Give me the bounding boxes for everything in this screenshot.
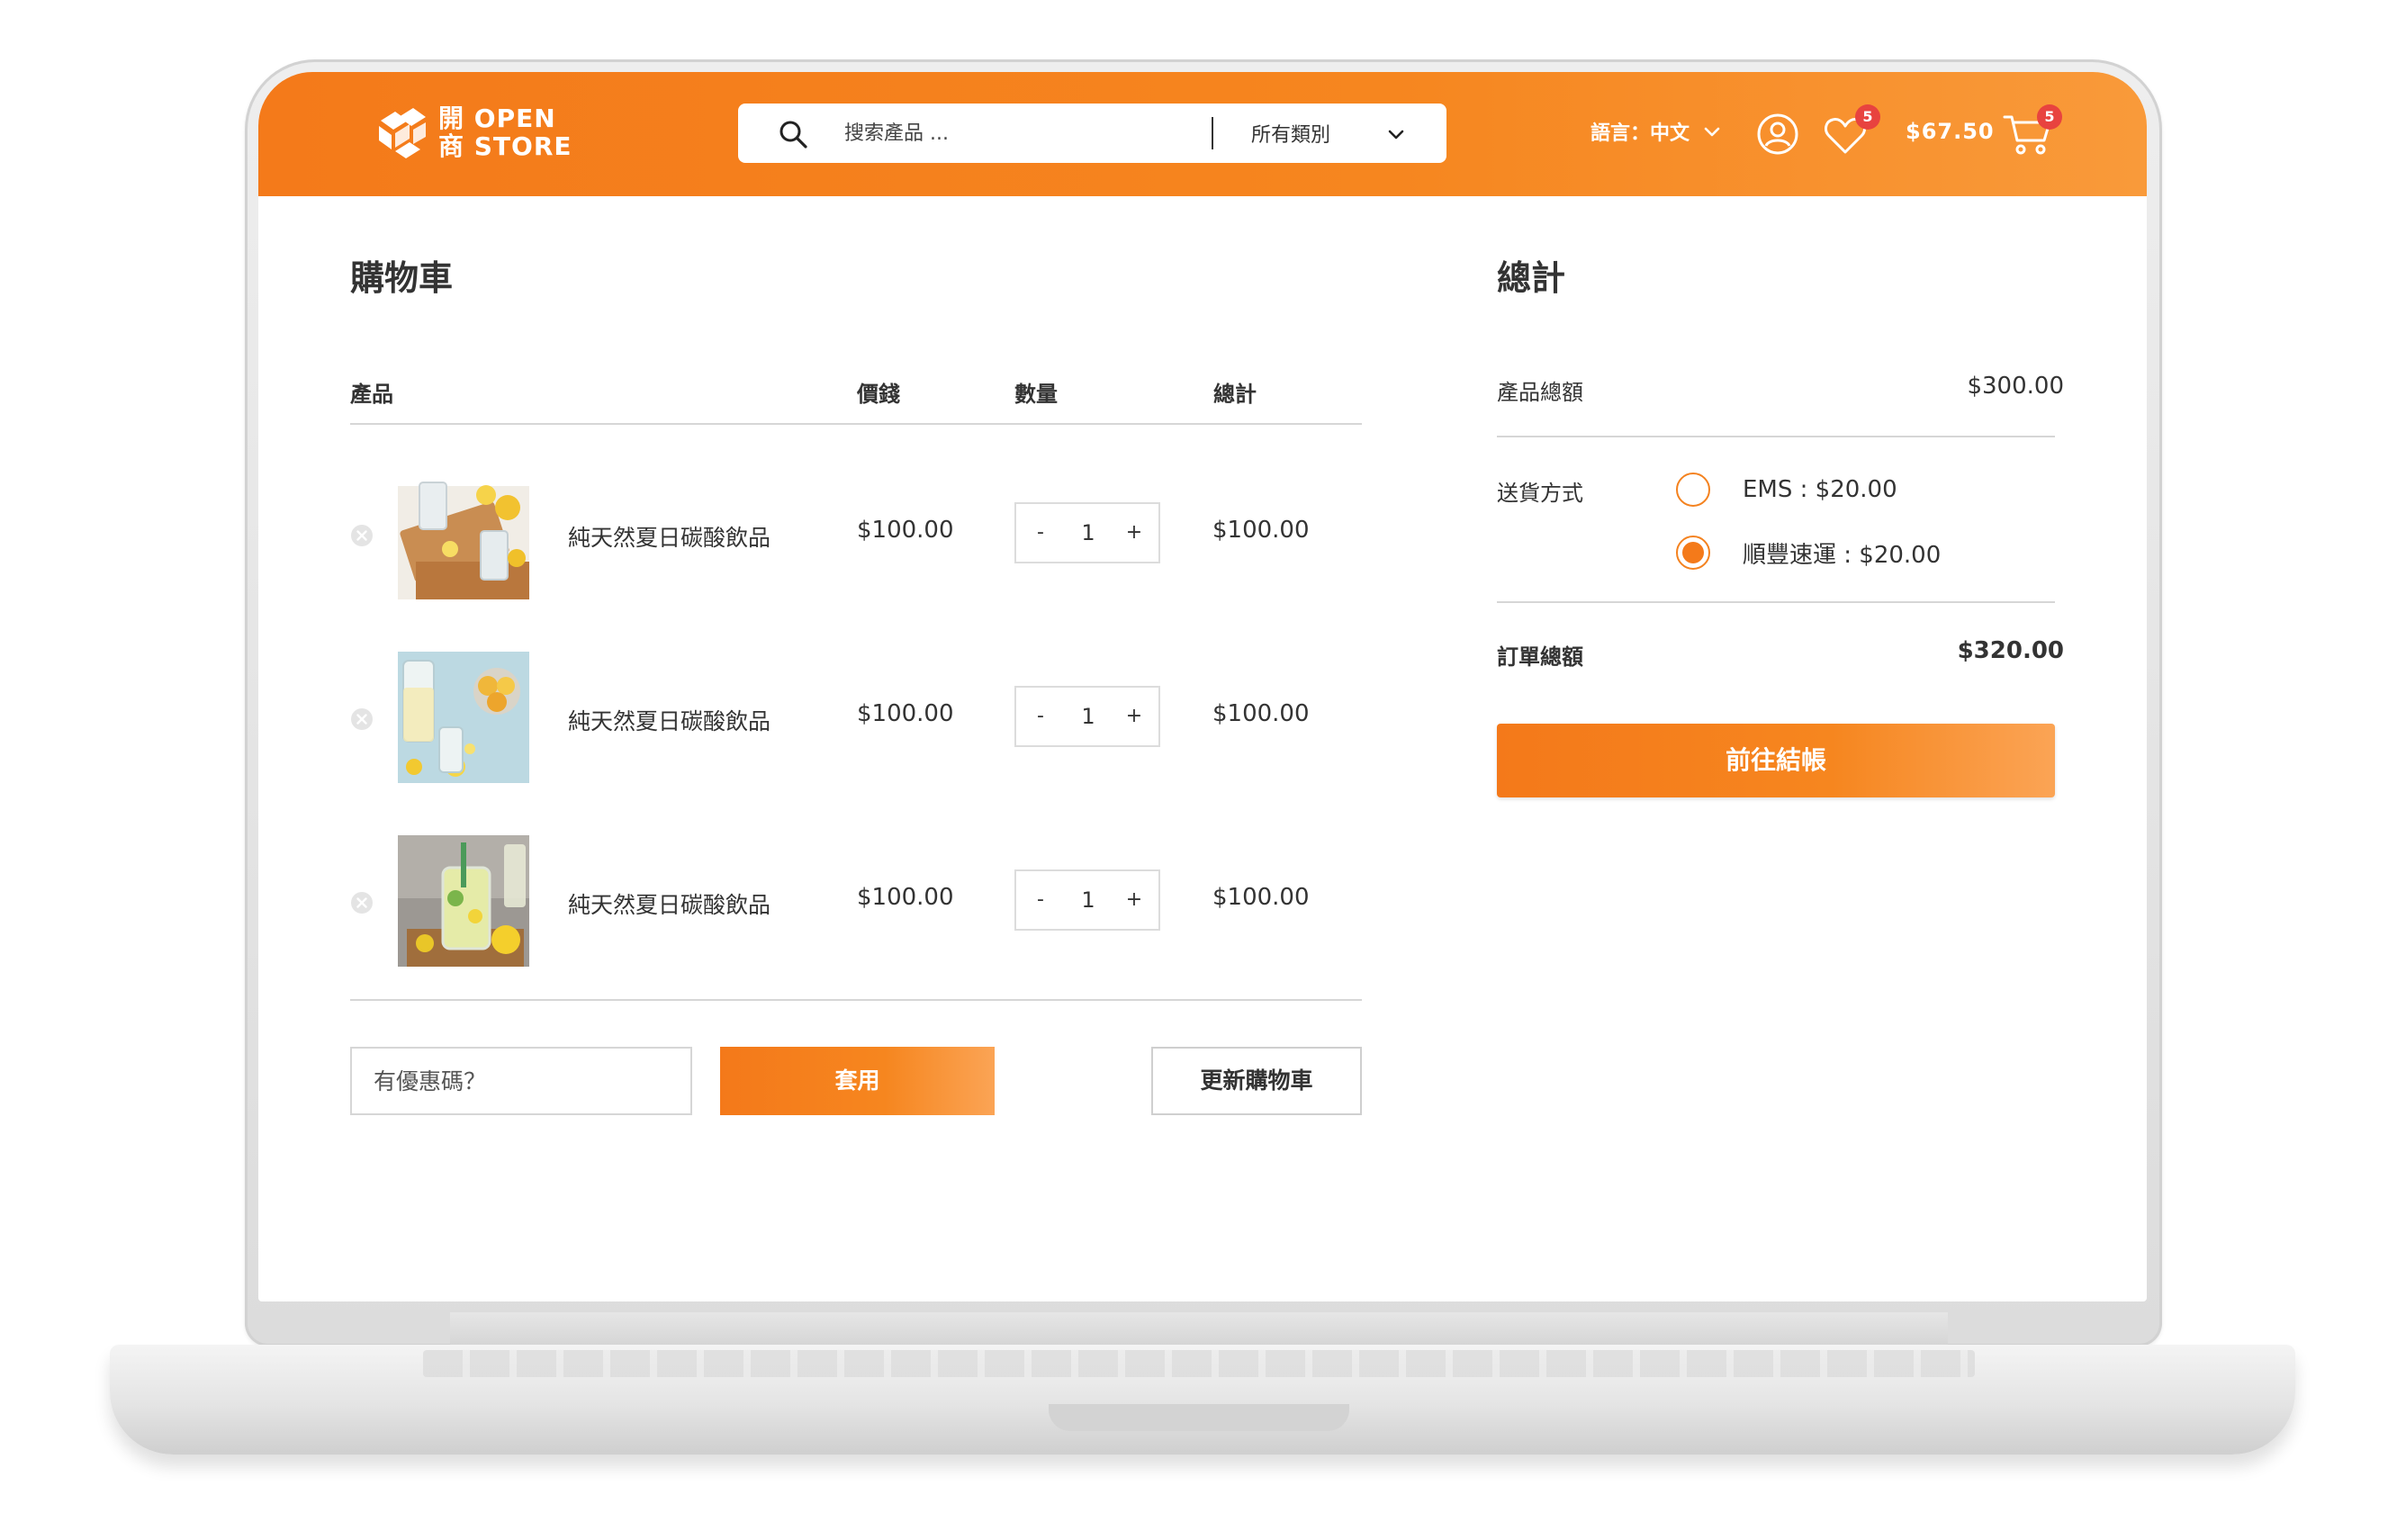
laptop-keyboard bbox=[423, 1350, 1975, 1377]
order-total-label: 訂單總額 bbox=[1497, 644, 1583, 670]
quantity-increase-button[interactable]: + bbox=[1121, 702, 1148, 731]
category-select[interactable]: 所有類別 bbox=[1251, 118, 1422, 149]
search-bar: 所有類別 bbox=[738, 104, 1446, 163]
store-logo[interactable]: 開 OPEN 商 STORE bbox=[375, 104, 572, 160]
totals-divider bbox=[1497, 436, 2055, 437]
product-name[interactable]: 純天然夏日碳酸飲品 bbox=[568, 520, 770, 553]
cart-row: 純天然夏日碳酸飲品 $100.00 - + $100.00 bbox=[350, 835, 1362, 967]
browser-screen: 開 OPEN 商 STORE 所有類別 語言：中文 bbox=[258, 72, 2147, 1301]
column-header-quantity: 數量 bbox=[1014, 382, 1058, 407]
column-header-product: 產品 bbox=[350, 382, 393, 407]
cart-amount[interactable]: $67.50 bbox=[1906, 119, 1995, 144]
product-price: $100.00 bbox=[857, 700, 954, 727]
cart-count-badge: 5 bbox=[2037, 104, 2062, 130]
shipping-option-label: 順豐速運 : $20.00 bbox=[1743, 541, 1942, 569]
product-thumbnail[interactable] bbox=[398, 835, 529, 967]
quantity-decrease-button[interactable]: - bbox=[1027, 886, 1054, 914]
quantity-decrease-button[interactable]: - bbox=[1027, 518, 1054, 547]
column-header-total: 總計 bbox=[1213, 382, 1257, 407]
radio-button-selected[interactable] bbox=[1676, 536, 1710, 570]
quantity-input[interactable] bbox=[1070, 518, 1106, 547]
wishlist-count-badge: 5 bbox=[1855, 104, 1880, 130]
cart-row: 純天然夏日碳酸飲品 $100.00 - + $100.00 bbox=[350, 652, 1362, 783]
chevron-down-icon bbox=[1388, 130, 1404, 140]
top-navigation-bar: 開 OPEN 商 STORE 所有類別 語言：中文 bbox=[258, 72, 2147, 196]
quantity-increase-button[interactable]: + bbox=[1121, 886, 1148, 914]
subtotal-value: $300.00 bbox=[1967, 373, 2064, 400]
quantity-input[interactable] bbox=[1070, 886, 1106, 914]
product-name[interactable]: 純天然夏日碳酸飲品 bbox=[568, 704, 770, 736]
remove-item-icon[interactable] bbox=[350, 707, 374, 731]
totals-title: 總計 bbox=[1497, 258, 1566, 298]
quantity-stepper: - + bbox=[1014, 686, 1160, 747]
table-header-divider bbox=[350, 423, 1362, 425]
language-select[interactable]: 語言：中文 bbox=[1590, 117, 1722, 146]
update-cart-button[interactable]: 更新購物車 bbox=[1151, 1047, 1362, 1115]
shipping-option-label: EMS : $20.00 bbox=[1743, 476, 1897, 503]
logo-latin-1: OPEN bbox=[473, 104, 556, 133]
product-price: $100.00 bbox=[857, 884, 954, 911]
shipping-option-sf-express[interactable]: 順豐速運 : $20.00 bbox=[1676, 536, 1941, 570]
quantity-stepper: - + bbox=[1014, 502, 1160, 563]
remove-item-icon[interactable] bbox=[350, 891, 374, 914]
logo-cjk-1: 開 bbox=[438, 104, 465, 133]
search-input[interactable] bbox=[844, 118, 1195, 149]
product-name[interactable]: 純天然夏日碳酸飲品 bbox=[568, 887, 770, 920]
quantity-stepper: - + bbox=[1014, 869, 1160, 931]
coupon-code-input[interactable] bbox=[350, 1047, 692, 1115]
search-icon[interactable] bbox=[778, 119, 808, 149]
cart-row: 純天然夏日碳酸飲品 $100.00 - + $100.00 bbox=[350, 468, 1362, 599]
product-price: $100.00 bbox=[857, 517, 954, 544]
quantity-increase-button[interactable]: + bbox=[1121, 518, 1148, 547]
table-footer-divider bbox=[350, 999, 1362, 1001]
laptop-notch bbox=[1049, 1404, 1349, 1431]
checkout-button[interactable]: 前往結帳 bbox=[1497, 724, 2055, 797]
product-thumbnail[interactable] bbox=[398, 468, 529, 599]
remove-item-icon[interactable] bbox=[350, 524, 374, 547]
quantity-input[interactable] bbox=[1070, 702, 1106, 731]
laptop-hinge bbox=[450, 1312, 1948, 1348]
cart-title: 購物車 bbox=[350, 258, 454, 298]
language-label: 語言：中文 bbox=[1590, 122, 1690, 145]
logo-cube-icon bbox=[379, 108, 426, 158]
category-selected-label: 所有類別 bbox=[1251, 124, 1331, 147]
totals-divider bbox=[1497, 601, 2055, 603]
subtotal-label: 產品總額 bbox=[1497, 380, 1583, 405]
logo-latin-2: STORE bbox=[473, 131, 572, 161]
shipping-label: 送貨方式 bbox=[1497, 481, 1583, 506]
line-total: $100.00 bbox=[1212, 700, 1310, 727]
quantity-decrease-button[interactable]: - bbox=[1027, 702, 1054, 731]
line-total: $100.00 bbox=[1212, 517, 1310, 544]
logo-wordmark: 開 OPEN 商 STORE bbox=[438, 104, 572, 160]
column-header-price: 價錢 bbox=[857, 382, 900, 407]
apply-coupon-button[interactable]: 套用 bbox=[720, 1047, 995, 1115]
product-thumbnail[interactable] bbox=[398, 652, 529, 783]
order-total-value: $320.00 bbox=[1957, 637, 2064, 664]
line-total: $100.00 bbox=[1212, 884, 1310, 911]
shipping-option-ems[interactable]: EMS : $20.00 bbox=[1676, 473, 1897, 507]
user-icon[interactable] bbox=[1755, 112, 1800, 157]
chevron-down-icon bbox=[1704, 127, 1720, 137]
logo-cjk-2: 商 bbox=[438, 131, 465, 161]
search-divider bbox=[1212, 117, 1213, 149]
radio-button[interactable] bbox=[1676, 473, 1710, 507]
